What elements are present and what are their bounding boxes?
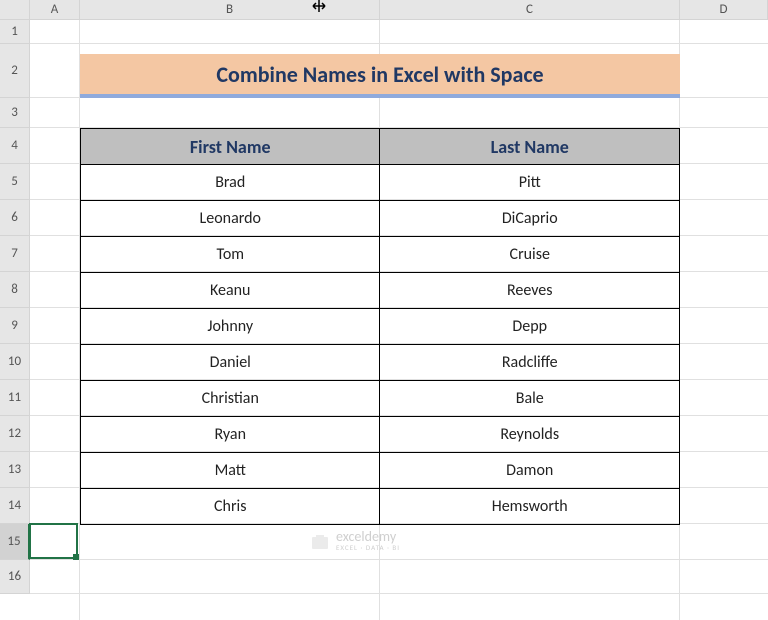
cell-first-name[interactable]: Tom [81,237,380,273]
cell-area[interactable]: Combine Names in Excel with Space First … [30,20,768,594]
cell-first-name[interactable]: Johnny [81,309,380,345]
row-header-6[interactable]: 6 [0,200,30,236]
header-row: First Name Last Name [81,129,680,165]
cell-first-name[interactable]: Leonardo [81,201,380,237]
row-header-2[interactable]: 2 [0,44,30,98]
header-first-name[interactable]: First Name [81,129,380,165]
col-header-b[interactable]: B [80,0,380,20]
row-header-4[interactable]: 4 [0,128,30,164]
title-banner: Combine Names in Excel with Space [80,54,680,98]
cell-last-name[interactable]: Reeves [380,273,680,309]
cell-first-name[interactable]: Daniel [81,345,380,381]
row-header-13[interactable]: 13 [0,452,30,488]
cell-first-name[interactable]: Ryan [81,417,380,453]
row-header-15[interactable]: 15 [0,524,30,560]
cell-last-name[interactable]: Depp [380,309,680,345]
watermark-icon [310,531,330,551]
cell-last-name[interactable]: Reynolds [380,417,680,453]
table-row: TomCruise [81,237,680,273]
data-table: First Name Last Name BradPittLeonardoDiC… [80,128,680,525]
row-header-12[interactable]: 12 [0,416,30,452]
cell-first-name[interactable]: Christian [81,381,380,417]
row-header-16[interactable]: 16 [0,560,30,594]
row-header-14[interactable]: 14 [0,488,30,524]
spreadsheet-grid: A B C D 12345678910111213141516 Combine … [0,0,768,594]
table-row: JohnnyDepp [81,309,680,345]
gridline [30,20,768,44]
table-row: KeanuReeves [81,273,680,309]
row-header-9[interactable]: 9 [0,308,30,344]
cell-last-name[interactable]: Pitt [380,165,680,201]
gridline [30,98,768,128]
resize-cursor-icon [310,0,328,10]
col-header-c[interactable]: C [380,0,680,20]
row-headers: 12345678910111213141516 [0,20,30,594]
table-row: BradPitt [81,165,680,201]
cell-last-name[interactable]: Damon [380,453,680,489]
table-row: DanielRadcliffe [81,345,680,381]
row-header-8[interactable]: 8 [0,272,30,308]
cell-last-name[interactable]: DiCaprio [380,201,680,237]
row-header-11[interactable]: 11 [0,380,30,416]
table-row: RyanReynolds [81,417,680,453]
cell-first-name[interactable]: Brad [81,165,380,201]
cell-last-name[interactable]: Bale [380,381,680,417]
title-text: Combine Names in Excel with Space [216,61,543,88]
cell-first-name[interactable]: Chris [81,489,380,525]
cell-last-name[interactable]: Radcliffe [380,345,680,381]
row-header-1[interactable]: 1 [0,20,30,44]
cell-first-name[interactable]: Keanu [81,273,380,309]
row-header-3[interactable]: 3 [0,98,30,128]
row-header-7[interactable]: 7 [0,236,30,272]
row-header-10[interactable]: 10 [0,344,30,380]
select-all-corner[interactable] [0,0,30,20]
table-row: ChristianBale [81,381,680,417]
watermark: exceldemy EXCEL · DATA · BI [310,530,400,551]
table-row: LeonardoDiCaprio [81,201,680,237]
gridline [30,560,768,594]
col-header-d[interactable]: D [680,0,768,20]
cell-last-name[interactable]: Hemsworth [380,489,680,525]
watermark-tagline: EXCEL · DATA · BI [336,544,400,551]
column-headers: A B C D [0,0,768,20]
row-header-5[interactable]: 5 [0,164,30,200]
table-row: MattDamon [81,453,680,489]
header-last-name[interactable]: Last Name [380,129,680,165]
cell-first-name[interactable]: Matt [81,453,380,489]
table-row: ChrisHemsworth [81,489,680,525]
col-header-a[interactable]: A [30,0,80,20]
watermark-brand: exceldemy [336,530,400,544]
cell-last-name[interactable]: Cruise [380,237,680,273]
